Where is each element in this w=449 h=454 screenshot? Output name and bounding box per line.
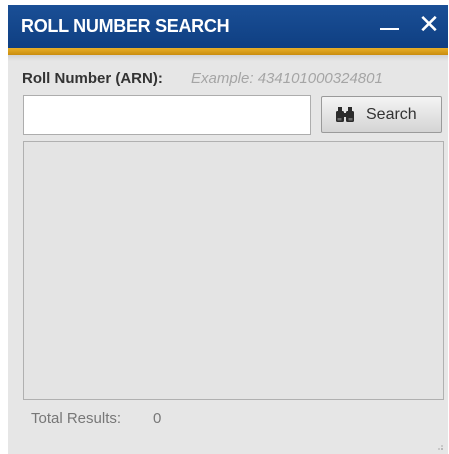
binoculars-icon	[336, 107, 354, 122]
results-list[interactable]	[23, 141, 444, 400]
roll-number-input[interactable]	[23, 95, 311, 135]
window-title: ROLL NUMBER SEARCH	[21, 16, 230, 36]
search-button[interactable]: Search	[321, 96, 442, 133]
total-results-label: Total Results:	[31, 410, 122, 427]
search-button-label: Search	[366, 106, 417, 123]
total-results-count: 0	[153, 410, 162, 427]
resize-grip-icon[interactable]	[434, 441, 444, 451]
close-icon[interactable]: ✕	[416, 10, 442, 40]
header-divider	[8, 55, 448, 61]
roll-number-example: Example: 434101000324801	[191, 70, 383, 87]
roll-number-search-window: ROLL NUMBER SEARCH ✕ Roll Number (ARN): …	[8, 5, 448, 454]
accent-bar	[8, 48, 448, 55]
title-bar[interactable]: ROLL NUMBER SEARCH ✕	[8, 5, 448, 48]
roll-number-label: Roll Number (ARN):	[22, 70, 163, 87]
minimize-icon[interactable]	[378, 15, 402, 39]
